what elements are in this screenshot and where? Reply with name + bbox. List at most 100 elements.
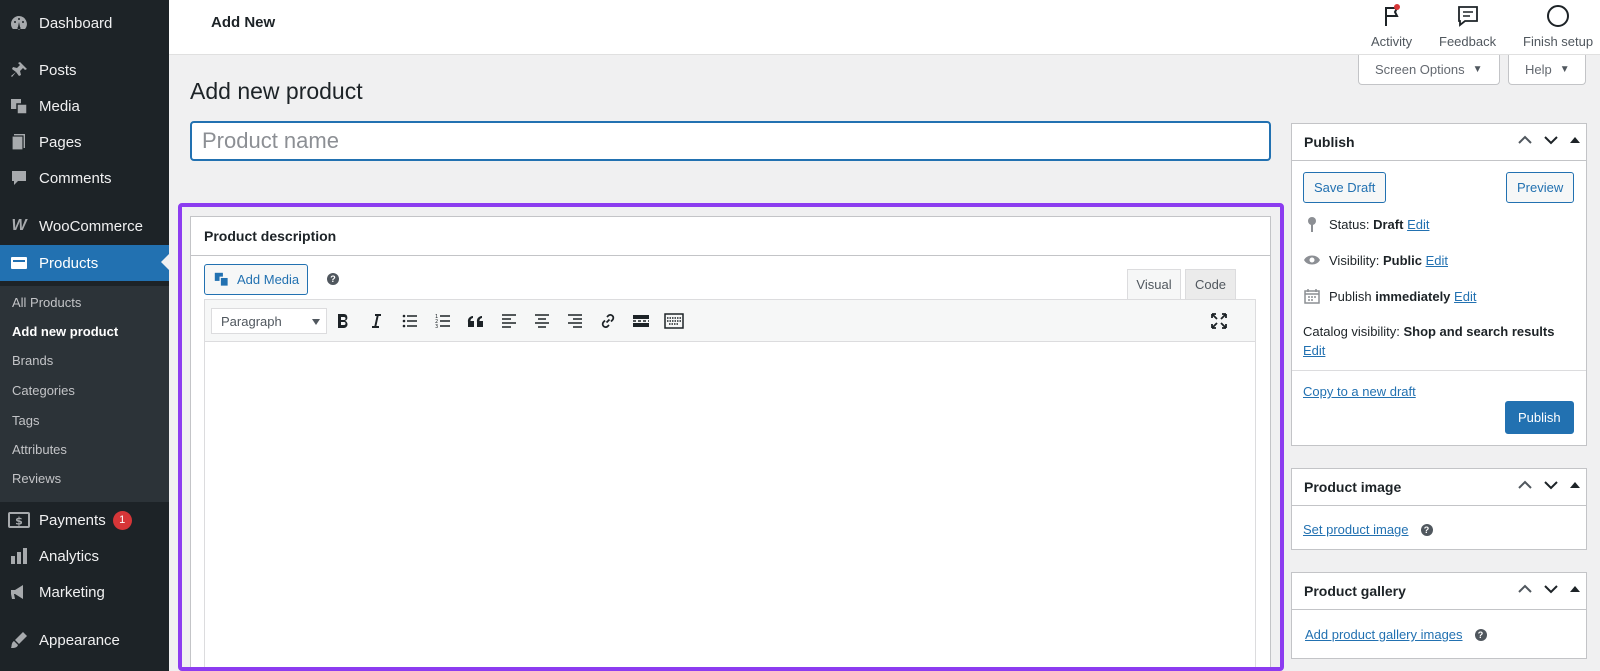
move-down-icon[interactable] xyxy=(1544,584,1558,594)
move-up-icon[interactable] xyxy=(1518,584,1532,594)
highlight-frame xyxy=(178,203,1284,671)
move-up-icon[interactable] xyxy=(1518,480,1532,490)
product-image-title: Product image xyxy=(1304,479,1402,495)
toggle-panel-icon[interactable] xyxy=(1570,136,1580,144)
marketing-icon xyxy=(8,581,30,603)
sidebar-item-pages[interactable]: Pages xyxy=(0,125,169,159)
publish-date-value: immediately xyxy=(1375,288,1451,304)
edit-visibility-link[interactable]: Edit xyxy=(1426,253,1448,268)
preview-button[interactable]: Preview xyxy=(1506,172,1575,203)
edit-catalog-visibility-link[interactable]: Edit xyxy=(1303,343,1325,358)
add-gallery-row: Add product gallery images ? xyxy=(1305,627,1487,642)
pages-icon xyxy=(8,131,30,153)
sidebar-label: Payments xyxy=(39,511,106,529)
status-label: Status: xyxy=(1329,216,1370,232)
visibility-row: Visibility: Public Edit xyxy=(1303,251,1448,269)
admin-sidebar: Dashboard Posts Media Pages Comments W W… xyxy=(0,0,169,671)
finish-setup-button[interactable]: Finish setup xyxy=(1523,2,1593,49)
activity-notification-dot xyxy=(1393,4,1400,10)
sidebar-item-appearance[interactable]: Appearance xyxy=(0,623,169,657)
sidebar-item-dashboard[interactable]: Dashboard xyxy=(0,6,169,40)
calendar-icon xyxy=(1303,287,1321,305)
sidebar-label: WooCommerce xyxy=(39,217,143,235)
edit-publish-date-link[interactable]: Edit xyxy=(1454,289,1476,304)
copy-to-draft-link[interactable]: Copy to a new draft xyxy=(1303,384,1416,399)
publish-panel-header: Publish xyxy=(1292,124,1586,161)
status-row: Status: Draft Edit xyxy=(1303,215,1429,233)
submenu-all-products[interactable]: All Products xyxy=(12,292,81,314)
toggle-panel-icon[interactable] xyxy=(1570,585,1580,593)
help-button[interactable]: Help ▼ xyxy=(1508,55,1586,85)
sidebar-item-analytics[interactable]: Analytics xyxy=(0,539,169,573)
publish-panel: Publish Save Draft Preview Status: Draft… xyxy=(1291,123,1587,446)
feedback-button[interactable]: Feedback xyxy=(1439,2,1496,49)
product-image-header: Product image xyxy=(1292,469,1586,506)
sidebar-label: Analytics xyxy=(39,547,100,565)
add-gallery-images-link[interactable]: Add product gallery images xyxy=(1305,627,1463,642)
submenu-attributes[interactable]: Attributes xyxy=(12,439,67,461)
divider xyxy=(1292,370,1586,371)
activity-label: Activity xyxy=(1371,34,1413,49)
product-gallery-title: Product gallery xyxy=(1304,583,1406,599)
publish-date-label: Publish xyxy=(1329,288,1372,304)
visibility-label: Visibility: xyxy=(1329,252,1380,268)
finish-setup-label: Finish setup xyxy=(1523,34,1594,49)
sidebar-item-marketing[interactable]: Marketing xyxy=(0,575,169,609)
help-icon[interactable]: ? xyxy=(1474,628,1487,641)
panel-controls xyxy=(1518,135,1580,145)
panel-controls xyxy=(1518,480,1580,490)
products-submenu: All Products Add new product Brands Cate… xyxy=(0,286,169,502)
sidebar-item-woocommerce[interactable]: W WooCommerce xyxy=(0,209,169,243)
help-icon[interactable]: ? xyxy=(1420,523,1433,536)
publish-date-row: Publish immediately Edit xyxy=(1303,287,1476,305)
progress-circle-icon xyxy=(1544,2,1572,30)
dashboard-icon xyxy=(8,12,30,34)
flag-icon xyxy=(1378,2,1406,30)
media-icon xyxy=(8,95,30,117)
catalog-visibility-row: Catalog visibility: Shop and search resu… xyxy=(1303,322,1583,360)
screen-options-button[interactable]: Screen Options ▼ xyxy=(1358,55,1500,85)
product-gallery-panel: Product gallery Add product gallery imag… xyxy=(1291,572,1587,659)
feedback-icon xyxy=(1454,2,1482,30)
sidebar-item-comments[interactable]: Comments xyxy=(0,161,169,195)
move-down-icon[interactable] xyxy=(1544,135,1558,145)
product-name-input[interactable] xyxy=(190,121,1271,161)
sidebar-label: Marketing xyxy=(39,583,105,601)
products-icon xyxy=(8,252,30,274)
woocommerce-icon: W xyxy=(11,217,27,234)
sidebar-label: Appearance xyxy=(39,631,120,649)
submenu-brands[interactable]: Brands xyxy=(12,350,53,372)
submenu-categories[interactable]: Categories xyxy=(12,380,75,402)
sidebar-label: Dashboard xyxy=(39,14,113,32)
payments-icon: $ xyxy=(8,509,30,531)
sidebar-item-media[interactable]: Media xyxy=(0,89,169,123)
appearance-icon xyxy=(8,629,30,651)
top-bar: Add New Activity Feedback Finish setup xyxy=(169,0,1600,55)
set-product-image-link[interactable]: Set product image xyxy=(1303,522,1409,537)
topbar-title: Add New xyxy=(211,14,276,31)
sidebar-label: Media xyxy=(39,97,80,115)
save-draft-button[interactable]: Save Draft xyxy=(1303,172,1387,203)
caret-down-icon: ▼ xyxy=(1472,64,1483,75)
publish-button[interactable]: Publish xyxy=(1505,401,1574,434)
sidebar-item-posts[interactable]: Posts xyxy=(0,53,169,87)
submenu-tags[interactable]: Tags xyxy=(12,410,39,432)
move-up-icon[interactable] xyxy=(1518,135,1532,145)
submenu-reviews[interactable]: Reviews xyxy=(12,468,61,490)
caret-down-icon: ▼ xyxy=(1559,64,1570,75)
analytics-icon xyxy=(8,545,30,567)
catalog-visibility-value: Shop and search results xyxy=(1403,324,1555,339)
help-label: Help xyxy=(1525,62,1552,77)
sidebar-label: Pages xyxy=(39,133,82,151)
status-value: Draft xyxy=(1373,216,1404,232)
toggle-panel-icon[interactable] xyxy=(1570,481,1580,489)
move-down-icon[interactable] xyxy=(1544,480,1558,490)
product-gallery-header: Product gallery xyxy=(1292,573,1586,610)
sidebar-item-products[interactable]: Products xyxy=(0,245,169,281)
edit-status-link[interactable]: Edit xyxy=(1407,217,1429,232)
activity-button[interactable]: Activity xyxy=(1371,2,1412,49)
svg-text:$: $ xyxy=(15,515,23,528)
submenu-add-new-product[interactable]: Add new product xyxy=(12,321,118,343)
catalog-visibility-label: Catalog visibility: xyxy=(1303,324,1400,339)
sidebar-item-payments[interactable]: $ Payments 1 xyxy=(0,503,169,537)
